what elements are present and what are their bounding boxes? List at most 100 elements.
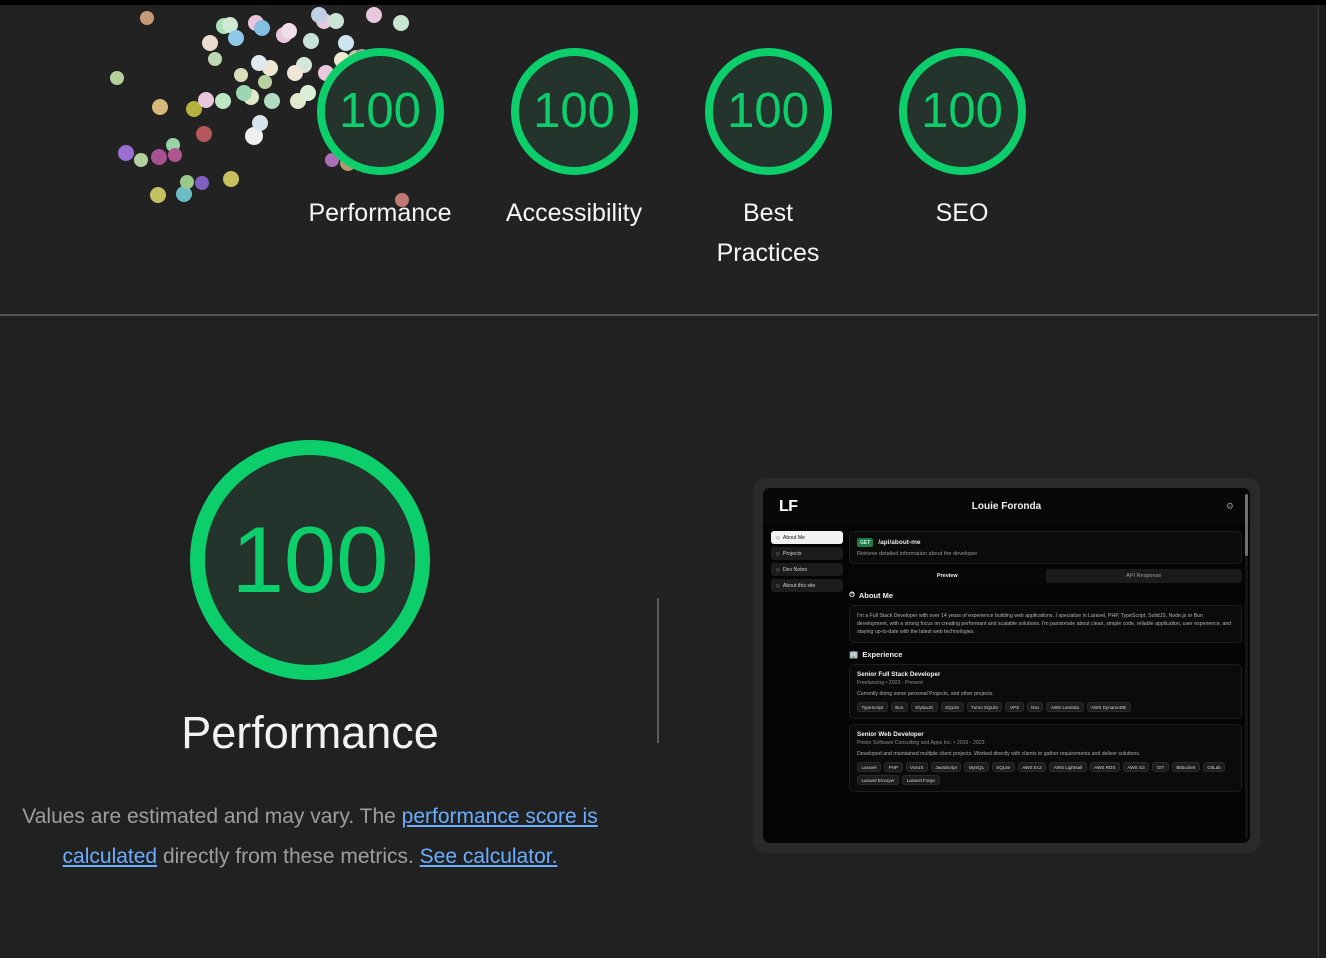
thumb-nav-label: Dev Notes: [782, 566, 808, 573]
endpoint-description: Retrieve detailed information about the …: [857, 551, 978, 557]
thumb-sidebar: ◇ About Me ◇ Projects ◇ Dev Notes ◇ About this …: [771, 531, 843, 797]
confetti-dot: [252, 115, 268, 131]
thumb-scrollbar-thumb[interactable]: [1245, 494, 1248, 556]
confetti-dot: [254, 20, 270, 36]
confetti-dot: [251, 55, 267, 71]
gauge-ring: 100: [898, 48, 1026, 175]
thumb-nav-item-about-this-site[interactable]: ◇ About this site: [771, 579, 843, 592]
score-gauge-seo[interactable]: 100 SEO: [865, 48, 1059, 233]
about-me-heading: ⏱ About Me: [849, 590, 1242, 600]
confetti-dot: [196, 126, 212, 142]
tech-tag: Nixi: [1026, 702, 1044, 712]
tech-tag: VueJS: [905, 762, 928, 772]
vertical-divider: [657, 598, 659, 743]
confetti-dot: [303, 33, 319, 49]
thumb-tab-api-response[interactable]: API Response: [1046, 569, 1243, 583]
performance-detail-left: 100 Performance Values are estimated and…: [0, 318, 620, 877]
thumb-header: LF Louie Foronda ⚙: [763, 488, 1250, 525]
gauge-ring: 100: [316, 48, 444, 175]
tech-tag: AWS DynamoDB: [1086, 702, 1131, 712]
gauge-label: Accessibility: [505, 199, 643, 227]
gauge-label: Best Practices: [716, 199, 820, 267]
confetti-dot: [208, 52, 222, 66]
tech-tag: GitLab: [1202, 762, 1226, 772]
thumb-nav-label: About Me: [782, 534, 806, 541]
confetti-dot: [311, 7, 327, 23]
confetti-dot: [195, 176, 209, 190]
confetti-dot: [134, 153, 148, 167]
job-meta: Pinion Software Consulting and Apps Inc.…: [857, 740, 985, 746]
confetti-dot: [281, 23, 297, 39]
confetti-dot: [245, 127, 263, 145]
site-screenshot: LF Louie Foronda ⚙ ◇ About Me ◇ Projects ◇ De…: [763, 488, 1250, 843]
job-description: Currently doing some personal Projects, …: [857, 691, 994, 697]
confetti-dot: [316, 13, 332, 29]
confetti-dot: [276, 27, 292, 43]
disclaimer-text-part1: Values are estimated and may vary. The: [22, 805, 402, 828]
tech-tag: AWS Ec2: [1017, 762, 1047, 772]
tech-tag: AWS Lightsail: [1049, 762, 1087, 772]
confetti-dot: [151, 149, 167, 165]
confetti-dot: [222, 17, 238, 33]
confetti-dot: [215, 93, 231, 109]
tech-tag: VPS: [1005, 702, 1024, 712]
info-icon: ◇: [776, 582, 780, 589]
performance-disclaimer: Values are estimated and may vary. The p…: [10, 797, 610, 877]
tech-tag: TypeScript: [857, 702, 888, 712]
confetti-dot: [186, 101, 202, 117]
see-calculator-link[interactable]: See calculator.: [420, 845, 558, 868]
tech-tag: PHP: [884, 762, 903, 772]
confetti-dot: [393, 15, 409, 31]
book-icon: ◇: [776, 566, 780, 573]
thumb-nav-item-about-me[interactable]: ◇ About Me: [771, 531, 843, 544]
experience-heading: 🏢 Experience: [849, 650, 1242, 659]
confetti-dot: [223, 171, 239, 187]
building-icon: 🏢: [849, 650, 859, 659]
confetti-dot: [150, 187, 166, 203]
score-gauge-best-practices[interactable]: 100 Best Practices: [671, 48, 865, 273]
confetti-dot: [168, 148, 182, 162]
site-screenshot-frame: LF Louie Foronda ⚙ ◇ About Me ◇ Projects ◇ De…: [753, 478, 1260, 853]
thumb-endpoint-row: GET /api/about-me: [857, 538, 1234, 547]
performance-gauge-large[interactable]: 100: [190, 440, 430, 680]
tech-tag-list: TypeScript Bun ElysiaJS SQLite Turso SQLite V…: [857, 702, 1234, 712]
about-me-card: I'm a Full Stack Developer with over 14 …: [849, 605, 1242, 643]
confetti-dot: [328, 13, 344, 29]
confetti-dot: [202, 35, 218, 51]
confetti-dot: [248, 15, 264, 31]
job-title: Senior Web Developer: [857, 731, 924, 738]
performance-detail-section: 100 Performance Values are estimated and…: [0, 318, 1318, 958]
tech-tag: Laravel Envoyer: [857, 775, 900, 785]
confetti-dot: [264, 93, 280, 109]
page-right-edge: [1318, 5, 1326, 958]
endpoint-path: /api/about-me: [878, 539, 921, 546]
tech-tag: MySQL: [964, 762, 989, 772]
confetti-dot: [198, 92, 214, 108]
gauge-ring: 100: [704, 48, 832, 175]
thumb-scrollbar[interactable]: [1245, 494, 1248, 839]
tech-tag: Bitbucket: [1171, 762, 1200, 772]
thumb-nav-item-dev-notes[interactable]: ◇ Dev Notes: [771, 563, 843, 576]
score-gauges-row: 100 Performance 100 Accessibility 100 Best Pr…: [283, 48, 1059, 273]
tech-tag-list: Laravel PHP VueJS JavaScript MySQL SQLite AWS …: [857, 762, 1234, 785]
confetti-dot: [262, 60, 278, 76]
performance-gauge-large-value: 100: [231, 507, 389, 612]
confetti-dot: [243, 89, 259, 105]
thumb-nav-item-projects[interactable]: ◇ Projects: [771, 547, 843, 560]
confetti-dot: [180, 175, 194, 189]
gauge-label: Performance: [308, 199, 452, 227]
confetti-dot: [110, 71, 124, 85]
thumb-main: GET /api/about-me Retrieve detailed info…: [849, 531, 1242, 797]
thumb-tab-preview[interactable]: Preview: [849, 569, 1046, 583]
about-me-heading-label: About Me: [858, 590, 894, 600]
gauge-label: SEO: [935, 199, 989, 227]
confetti-dot: [236, 85, 252, 101]
tech-tag: JavaScript: [930, 762, 962, 772]
tech-tag: Laravel: [857, 762, 882, 772]
job-title: Senior Full Stack Developer: [857, 671, 941, 678]
thumb-nav-label: About this site: [782, 582, 816, 589]
score-gauge-performance[interactable]: 100 Performance: [283, 48, 477, 233]
score-gauge-accessibility[interactable]: 100 Accessibility: [477, 48, 671, 233]
about-me-text: I'm a Full Stack Developer with over 14 …: [857, 613, 1232, 635]
gear-icon: ⚙: [1225, 501, 1234, 511]
